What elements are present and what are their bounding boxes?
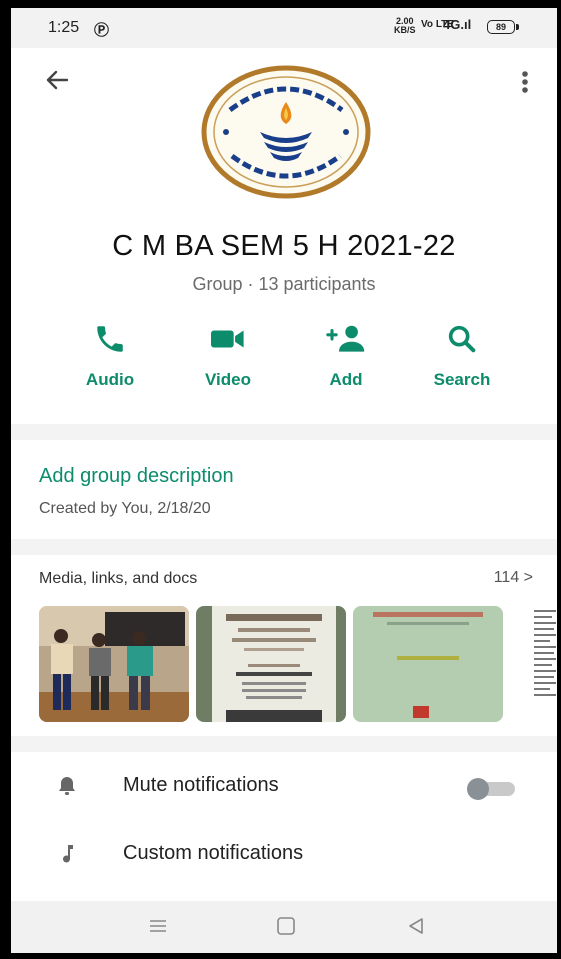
system-nav-bar [11, 901, 557, 953]
media-count-link[interactable]: 114 > [494, 569, 533, 587]
network-speed-unit: KB/S [394, 25, 416, 35]
video-label: Video [205, 370, 251, 389]
media-thumbnail[interactable] [353, 606, 503, 722]
status-time: 1:25 [48, 19, 80, 36]
add-label: Add [329, 370, 363, 389]
search-icon [448, 325, 476, 353]
custom-notifications-label: Custom notifications [123, 842, 304, 864]
menu-icon[interactable] [147, 915, 169, 937]
group-title[interactable]: C M BA SEM 5 H 2021-22 [11, 230, 557, 263]
section-divider [11, 424, 557, 440]
book-cover-thumbnail [353, 606, 503, 722]
section-divider [11, 736, 557, 752]
arrow-left-icon [46, 70, 69, 90]
group-avatar[interactable] [198, 64, 374, 200]
audio-call-button[interactable]: Audio [65, 322, 155, 402]
more-options-button[interactable] [511, 66, 539, 98]
video-call-button[interactable]: Video [183, 322, 273, 402]
phone-icon [97, 326, 123, 352]
media-thumbnail[interactable] [39, 606, 189, 722]
mute-toggle[interactable] [467, 778, 515, 800]
more-vertical-icon [522, 71, 528, 93]
battery-icon: 89 [487, 20, 519, 34]
back-button[interactable] [41, 64, 73, 96]
section-divider [11, 539, 557, 555]
created-by-text: Created by You, 2/18/20 [39, 500, 211, 517]
back-nav-icon[interactable] [405, 915, 427, 937]
custom-notifications-row[interactable]: Custom notifications [11, 824, 557, 884]
photo-thumbnail [39, 606, 189, 722]
media-thumbnail[interactable] [196, 606, 346, 722]
search-button[interactable]: Search [417, 322, 507, 402]
signal-icon: 4G.ıl [443, 17, 472, 32]
mute-notifications-row[interactable]: Mute notifications [11, 756, 557, 816]
network-speed: 2.00 KB/S [394, 17, 416, 35]
search-label: Search [433, 370, 491, 389]
college-seal-logo [201, 65, 371, 199]
audio-label: Audio [85, 370, 135, 389]
add-person-icon [326, 325, 365, 352]
toggle-thumb [467, 778, 489, 800]
notification-app-icon: Ⓟ [94, 22, 110, 39]
media-thumbnail-partial[interactable] [530, 606, 557, 706]
music-note-icon [63, 845, 73, 863]
mute-notifications-label: Mute notifications [123, 774, 279, 796]
add-description-link[interactable]: Add group description [39, 465, 234, 488]
phone-screen: 1:25 Ⓟ 2.00 KB/S Vo LTE 4G.ıl 89 C M BA … [11, 8, 557, 953]
status-bar: 1:25 Ⓟ 2.00 KB/S Vo LTE 4G.ıl 89 [11, 8, 557, 48]
home-icon[interactable] [275, 915, 297, 937]
add-participant-button[interactable]: Add [301, 322, 391, 402]
bell-icon [59, 777, 75, 795]
group-subtitle: Group · 13 participants [192, 274, 376, 294]
video-icon [211, 330, 244, 348]
media-section-header[interactable]: Media, links, and docs [39, 570, 197, 588]
book-cover-thumbnail [196, 606, 346, 722]
document-thumbnail [534, 610, 556, 696]
